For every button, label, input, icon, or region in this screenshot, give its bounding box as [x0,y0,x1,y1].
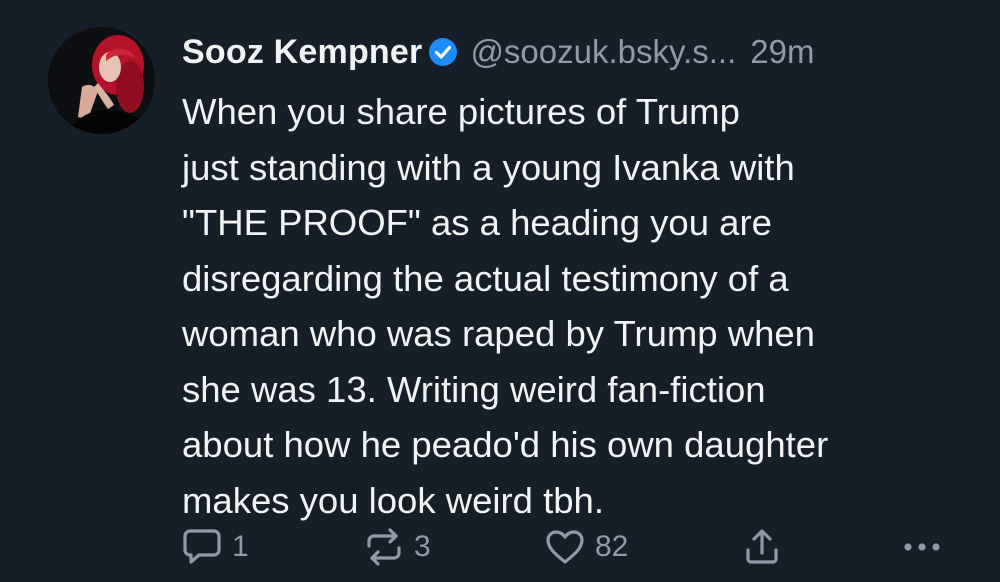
repost-button[interactable]: 3 [364,522,431,572]
author-handle[interactable]: @soozuk.bsky.s... [470,33,736,71]
reply-count: 1 [232,530,249,563]
post-text-line: disregarding the actual testimony of a [182,257,789,299]
repost-count: 3 [414,530,431,563]
post-text-line: makes you look weird tbh. [182,479,604,521]
post-text-line: "THE PROOF" as a heading you are [182,202,772,243]
avatar[interactable] [48,27,155,134]
share-icon [746,529,778,564]
post-text-line: When you share pictures of Trump [182,91,740,132]
more-options-button[interactable] [902,522,942,572]
post-text-line: about how he peado'd his own daughter [182,424,829,465]
more-icon [904,543,940,551]
post-text: When you share pictures of Trump just st… [182,84,972,528]
avatar-image [48,27,155,134]
post-card[interactable]: Sooz Kempner @soozuk.bsky.s... 29m When … [0,0,1000,582]
post-timestamp[interactable]: 29m [750,33,814,71]
heart-icon [546,530,584,564]
post-text-line: woman who was raped by Trump when [182,313,815,354]
like-count: 82 [595,530,629,563]
repost-icon [367,528,401,566]
verified-check-icon[interactable] [428,37,458,67]
post-header: Sooz Kempner @soozuk.bsky.s... 29m [182,28,814,76]
post-actions: 1 3 82 [182,522,952,572]
post-text-line: she was 13. Writing weird fan-fiction [182,368,766,410]
like-button[interactable]: 82 [545,522,628,572]
reply-icon [183,529,221,564]
author-display-name[interactable]: Sooz Kempner [182,33,422,72]
post-text-line: just standing with a young Ivanka with [182,146,795,188]
reply-button[interactable]: 1 [182,522,249,572]
share-button[interactable] [744,522,780,572]
